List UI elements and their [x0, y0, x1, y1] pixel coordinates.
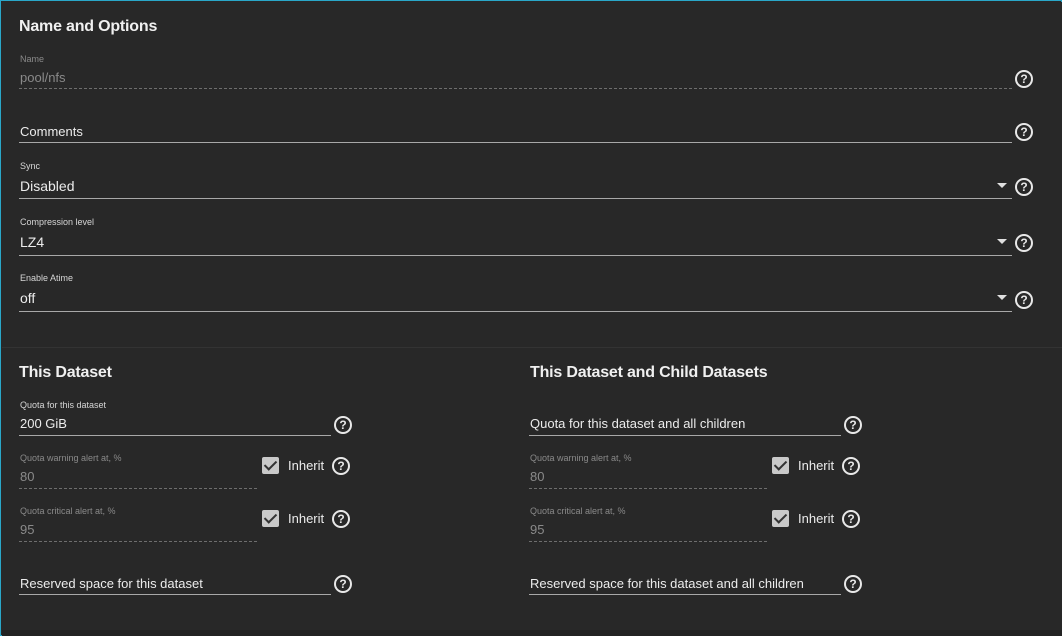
sync-select[interactable]: Disabled: [20, 178, 74, 194]
help-icon[interactable]: ?: [844, 416, 862, 434]
this-dataset-heading: This Dataset: [19, 364, 112, 381]
name-options-section: [2, 2, 1062, 347]
children-critical-input[interactable]: 95: [530, 522, 544, 537]
children-quota-input[interactable]: Quota for this dataset and all children: [530, 416, 745, 431]
comments-underline: [19, 142, 1012, 143]
inherit-label: Inherit: [798, 458, 835, 473]
atime-underline: [19, 311, 1012, 312]
help-icon[interactable]: ?: [1015, 123, 1033, 141]
quota-critical-input[interactable]: 95: [20, 522, 34, 537]
name-field-underline: [19, 88, 1012, 89]
reserved-space-underline: [19, 594, 331, 595]
quota-warning-underline: [19, 488, 257, 489]
quota-critical-underline: [19, 541, 257, 542]
inherit-label: Inherit: [288, 511, 325, 526]
inherit-checkbox[interactable]: [262, 510, 279, 527]
compression-label: Compression level: [20, 217, 95, 227]
name-field-label: Name: [20, 54, 45, 64]
quota-critical-label: Quota critical alert at, %: [20, 506, 116, 516]
inherit-checkbox[interactable]: [262, 457, 279, 474]
sync-label: Sync: [20, 161, 41, 171]
help-icon[interactable]: ?: [1015, 178, 1033, 196]
help-icon[interactable]: ?: [844, 575, 862, 593]
help-icon[interactable]: ?: [334, 416, 352, 434]
inherit-checkbox[interactable]: [772, 510, 789, 527]
inherit-checkbox[interactable]: [772, 457, 789, 474]
chevron-down-icon[interactable]: [997, 295, 1007, 300]
help-icon[interactable]: ?: [1015, 70, 1033, 88]
quota-warning-label: Quota warning alert at, %: [20, 453, 122, 463]
quota-warning-input[interactable]: 80: [20, 469, 34, 484]
quota-label: Quota for this dataset: [20, 400, 107, 410]
reserved-space-input[interactable]: Reserved space for this dataset: [20, 576, 203, 591]
name-options-heading: Name and Options: [19, 18, 158, 35]
children-warning-underline: [529, 488, 767, 489]
help-icon[interactable]: ?: [334, 575, 352, 593]
children-warning-label: Quota warning alert at, %: [530, 453, 632, 463]
children-reserved-underline: [529, 594, 841, 595]
compression-underline: [19, 255, 1012, 256]
help-icon[interactable]: ?: [1015, 291, 1033, 309]
atime-select[interactable]: off: [20, 290, 35, 306]
bottom-strip: [2, 630, 1062, 636]
children-reserved-input[interactable]: Reserved space for this dataset and all …: [530, 576, 804, 591]
inherit-label: Inherit: [288, 458, 325, 473]
sync-underline: [19, 198, 1012, 199]
children-quota-underline: [529, 435, 841, 436]
comments-input[interactable]: Comments: [20, 124, 83, 139]
quota-input[interactable]: 200 GiB: [20, 416, 67, 431]
compression-select[interactable]: LZ4: [20, 234, 44, 250]
help-icon[interactable]: ?: [842, 457, 860, 475]
children-critical-label: Quota critical alert at, %: [530, 506, 626, 516]
help-icon[interactable]: ?: [1015, 234, 1033, 252]
name-field-value: pool/nfs: [20, 70, 66, 85]
atime-label: Enable Atime: [20, 273, 74, 283]
child-datasets-heading: This Dataset and Child Datasets: [530, 364, 768, 381]
inherit-label: Inherit: [798, 511, 835, 526]
help-icon[interactable]: ?: [842, 510, 860, 528]
help-icon[interactable]: ?: [332, 510, 350, 528]
help-icon[interactable]: ?: [332, 457, 350, 475]
children-critical-underline: [529, 541, 767, 542]
children-warning-input[interactable]: 80: [530, 469, 544, 484]
chevron-down-icon[interactable]: [997, 183, 1007, 188]
chevron-down-icon[interactable]: [997, 239, 1007, 244]
quota-underline: [19, 435, 331, 436]
